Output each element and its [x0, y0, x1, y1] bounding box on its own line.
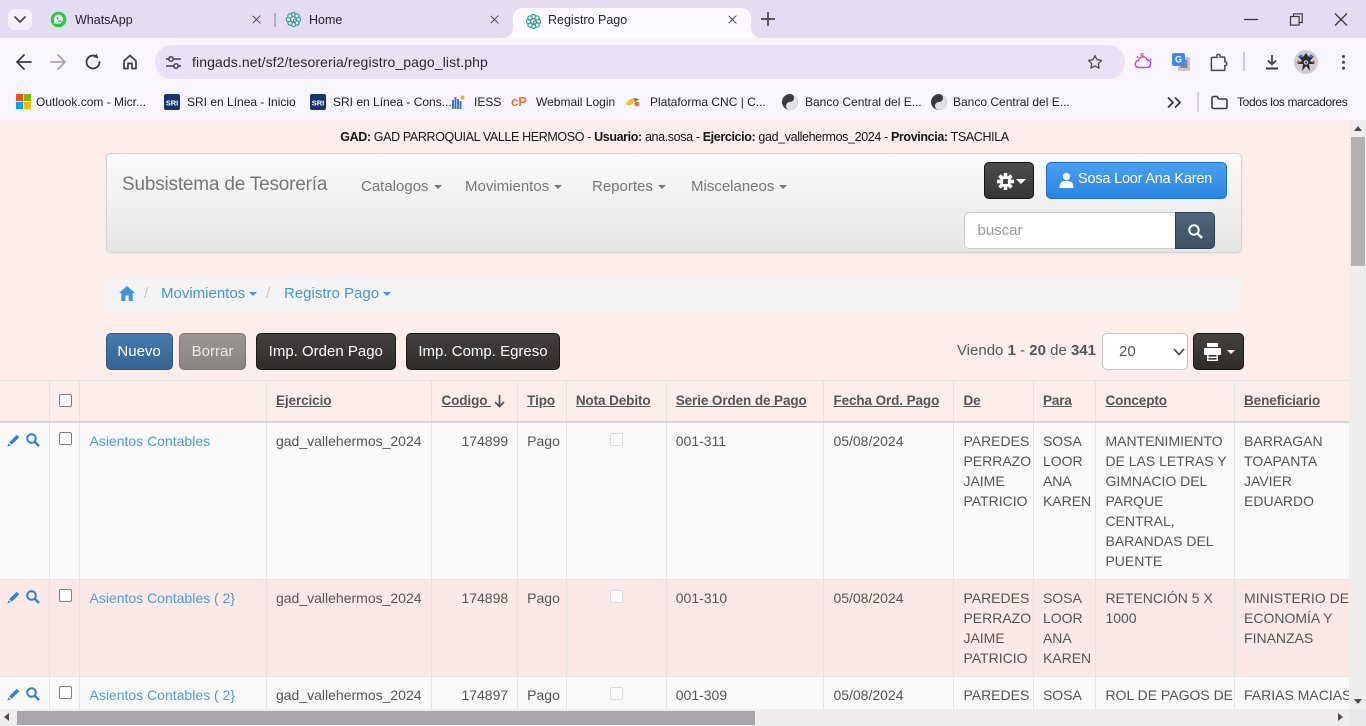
svg-text:SRI: SRI	[166, 99, 179, 108]
svg-text:SRI: SRI	[312, 99, 325, 108]
svg-text:G: G	[1175, 55, 1182, 65]
